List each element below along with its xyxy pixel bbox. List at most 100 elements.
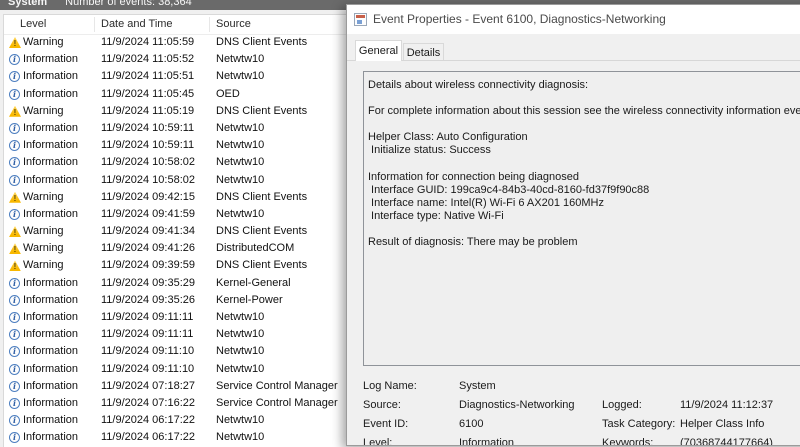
information-icon: [9, 157, 20, 168]
event-source: Kernel-Power: [216, 292, 283, 309]
event-source: Netwtw10: [216, 172, 264, 189]
warning-icon: [9, 192, 21, 203]
footer-label-1: Source:: [363, 396, 401, 415]
event-datetime: 11/9/2024 09:41:34: [101, 223, 195, 240]
event-datetime: 11/9/2024 10:59:11: [101, 137, 194, 154]
footer-label-2: Keywords:: [602, 434, 653, 446]
information-icon: [9, 312, 20, 323]
event-source: Netwtw10: [216, 154, 264, 171]
event-level: Warning: [23, 257, 64, 274]
tab-page-divider: [347, 60, 800, 61]
event-source: Netwtw10: [216, 343, 264, 360]
event-level: Information: [23, 309, 78, 326]
footer-label-1: Event ID:: [363, 415, 408, 434]
footer-value-2: Helper Class Info: [680, 415, 764, 434]
column-header-source[interactable]: Source: [216, 15, 251, 34]
event-description-box[interactable]: Details about wireless connectivity diag…: [363, 71, 800, 366]
information-icon: [9, 398, 20, 409]
event-level: Information: [23, 154, 78, 171]
event-datetime: 11/9/2024 09:39:59: [101, 257, 195, 274]
event-source: Netwtw10: [216, 361, 264, 378]
event-level: Information: [23, 137, 78, 154]
description-line: [368, 223, 800, 236]
event-level: Warning: [23, 189, 64, 206]
event-source: DNS Client Events: [216, 34, 307, 51]
event-source: Netwtw10: [216, 326, 264, 343]
information-icon: [9, 432, 20, 443]
event-source: Service Control Manager: [216, 378, 338, 395]
event-properties-dialog: Event Properties - Event 6100, Diagnosti…: [346, 4, 800, 446]
event-level: Information: [23, 206, 78, 223]
event-level: Information: [23, 68, 78, 85]
event-level: Information: [23, 292, 78, 309]
event-source: DNS Client Events: [216, 257, 307, 274]
event-level: Warning: [23, 240, 64, 257]
description-line: [368, 158, 800, 171]
event-datetime: 11/9/2024 11:05:51: [101, 68, 194, 85]
event-level: Information: [23, 412, 78, 429]
event-datetime: 11/9/2024 09:11:11: [101, 326, 193, 343]
event-level: Information: [23, 343, 78, 360]
dialog-titlebar[interactable]: Event Properties - Event 6100, Diagnosti…: [347, 5, 800, 34]
footer-row: Level: Information Keywords: (7036874417…: [347, 434, 800, 446]
event-level: Information: [23, 51, 78, 68]
description-line: Helper Class: Auto Configuration: [368, 131, 800, 144]
event-level: Information: [23, 378, 78, 395]
footer-value-1: System: [459, 377, 496, 396]
description-line: For complete information about this sess…: [368, 105, 800, 118]
description-line: Details about wireless connectivity diag…: [368, 79, 800, 92]
information-icon: [9, 123, 20, 134]
column-separator[interactable]: [209, 17, 210, 32]
event-datetime: 11/9/2024 09:42:15: [101, 189, 195, 206]
column-header-level[interactable]: Level: [20, 15, 46, 34]
information-icon: [9, 364, 20, 375]
description-line: [368, 92, 800, 105]
warning-icon: [9, 106, 21, 117]
warning-icon: [9, 37, 21, 48]
footer-label-1: Level:: [363, 434, 392, 446]
tab-details[interactable]: Details: [403, 43, 444, 61]
event-level: Information: [23, 120, 78, 137]
event-description: Details about wireless connectivity diag…: [364, 72, 800, 249]
information-icon: [9, 71, 20, 82]
event-datetime: 11/9/2024 09:11:10: [101, 343, 194, 360]
event-source: Netwtw10: [216, 412, 264, 429]
footer-value-1: 6100: [459, 415, 483, 434]
footer-value-1: Diagnostics-Networking: [459, 396, 575, 415]
footer-value-2: 11/9/2024 11:12:37: [680, 396, 773, 415]
information-icon: [9, 54, 20, 65]
event-level: Warning: [23, 103, 64, 120]
information-icon: [9, 278, 20, 289]
event-level: Information: [23, 361, 78, 378]
information-icon: [9, 175, 20, 186]
event-datetime: 11/9/2024 09:11:10: [101, 361, 194, 378]
information-icon: [9, 295, 20, 306]
description-line: Interface name: Intel(R) Wi-Fi 6 AX201 1…: [368, 197, 800, 210]
event-datetime: 11/9/2024 09:11:11: [101, 309, 193, 326]
event-level: Warning: [23, 223, 64, 240]
event-properties-icon: [354, 13, 367, 26]
event-level: Information: [23, 326, 78, 343]
warning-icon: [9, 260, 21, 271]
information-icon: [9, 89, 20, 100]
event-datetime: 11/9/2024 07:18:27: [101, 378, 195, 395]
information-icon: [9, 415, 20, 426]
tab-general[interactable]: General: [355, 40, 402, 61]
description-line: [368, 118, 800, 131]
description-line: Interface GUID: 199ca9c4-84b3-40cd-8160-…: [368, 184, 800, 197]
event-source: DNS Client Events: [216, 103, 307, 120]
event-level: Information: [23, 275, 78, 292]
footer-value-2: (70368744177664): [680, 434, 773, 446]
event-datetime: 11/9/2024 10:58:02: [101, 154, 195, 171]
footer-row: Log Name: System: [347, 377, 800, 396]
event-details-footer: Log Name: System Source: Diagnostics-Net…: [347, 377, 800, 446]
event-source: Kernel-General: [216, 275, 291, 292]
information-icon: [9, 209, 20, 220]
event-source: Netwtw10: [216, 51, 264, 68]
column-header-date[interactable]: Date and Time: [101, 15, 173, 34]
column-separator[interactable]: [94, 17, 95, 32]
event-datetime: 11/9/2024 10:58:02: [101, 172, 195, 189]
event-source: Netwtw10: [216, 137, 264, 154]
event-datetime: 11/9/2024 09:41:26: [101, 240, 195, 257]
footer-row: Source: Diagnostics-Networking Logged: 1…: [347, 396, 800, 415]
